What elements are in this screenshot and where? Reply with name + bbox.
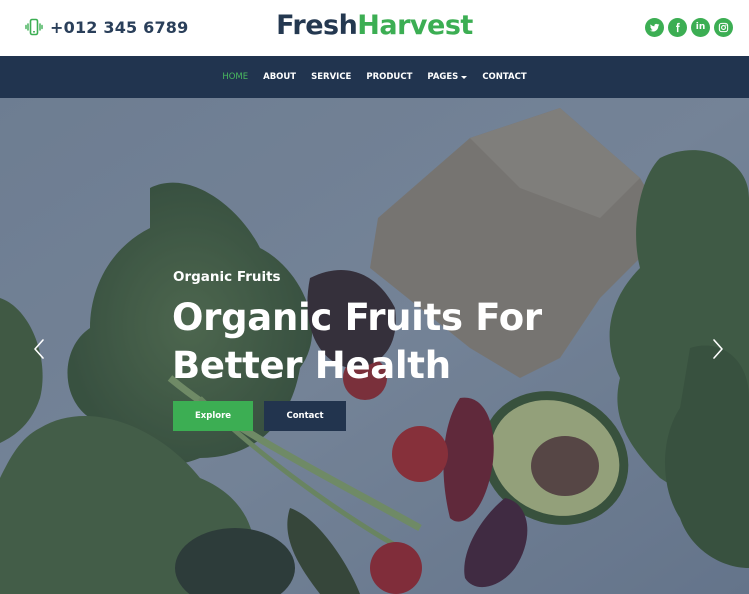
facebook-icon [676,22,680,33]
facebook-button[interactable] [668,18,687,37]
instagram-button[interactable] [714,18,733,37]
social-links: in [645,18,733,37]
hero-carousel: Organic Fruits Organic Fruits For Better… [0,98,749,594]
nav-item-service[interactable]: SERVICE [304,72,359,82]
linkedin-icon: in [695,22,706,32]
chevron-left-icon[interactable] [32,337,46,361]
chevron-right-icon[interactable] [711,337,725,361]
linkedin-button[interactable]: in [691,18,710,37]
nav-item-about[interactable]: ABOUT [256,72,304,82]
twitter-button[interactable] [645,18,664,37]
nav-item-pages[interactable]: PAGES [420,72,475,82]
hero-eyebrow: Organic Fruits [173,269,281,285]
nav-item-product[interactable]: PRODUCT [359,72,420,82]
caret-down-icon [461,75,468,79]
instagram-icon [718,22,729,33]
nav-item-pages-label: PAGES [427,72,459,82]
logo-text-harvest: Harvest [357,10,473,41]
hero-headline: Organic Fruits For Better Health [172,296,542,387]
explore-button[interactable]: Explore [173,401,253,431]
top-bar: +012 345 6789 FreshHarvest in [0,0,749,56]
site-logo[interactable]: FreshHarvest [0,10,749,41]
main-navbar: HOME ABOUT SERVICE PRODUCT PAGES CONTACT [0,56,749,98]
twitter-icon [649,23,660,32]
nav-item-contact[interactable]: CONTACT [475,72,534,82]
nav-menu: HOME ABOUT SERVICE PRODUCT PAGES CONTACT [0,56,749,98]
nav-item-home[interactable]: HOME [215,72,256,82]
contact-button[interactable]: Contact [264,401,346,431]
logo-text-fresh: Fresh [276,10,358,41]
